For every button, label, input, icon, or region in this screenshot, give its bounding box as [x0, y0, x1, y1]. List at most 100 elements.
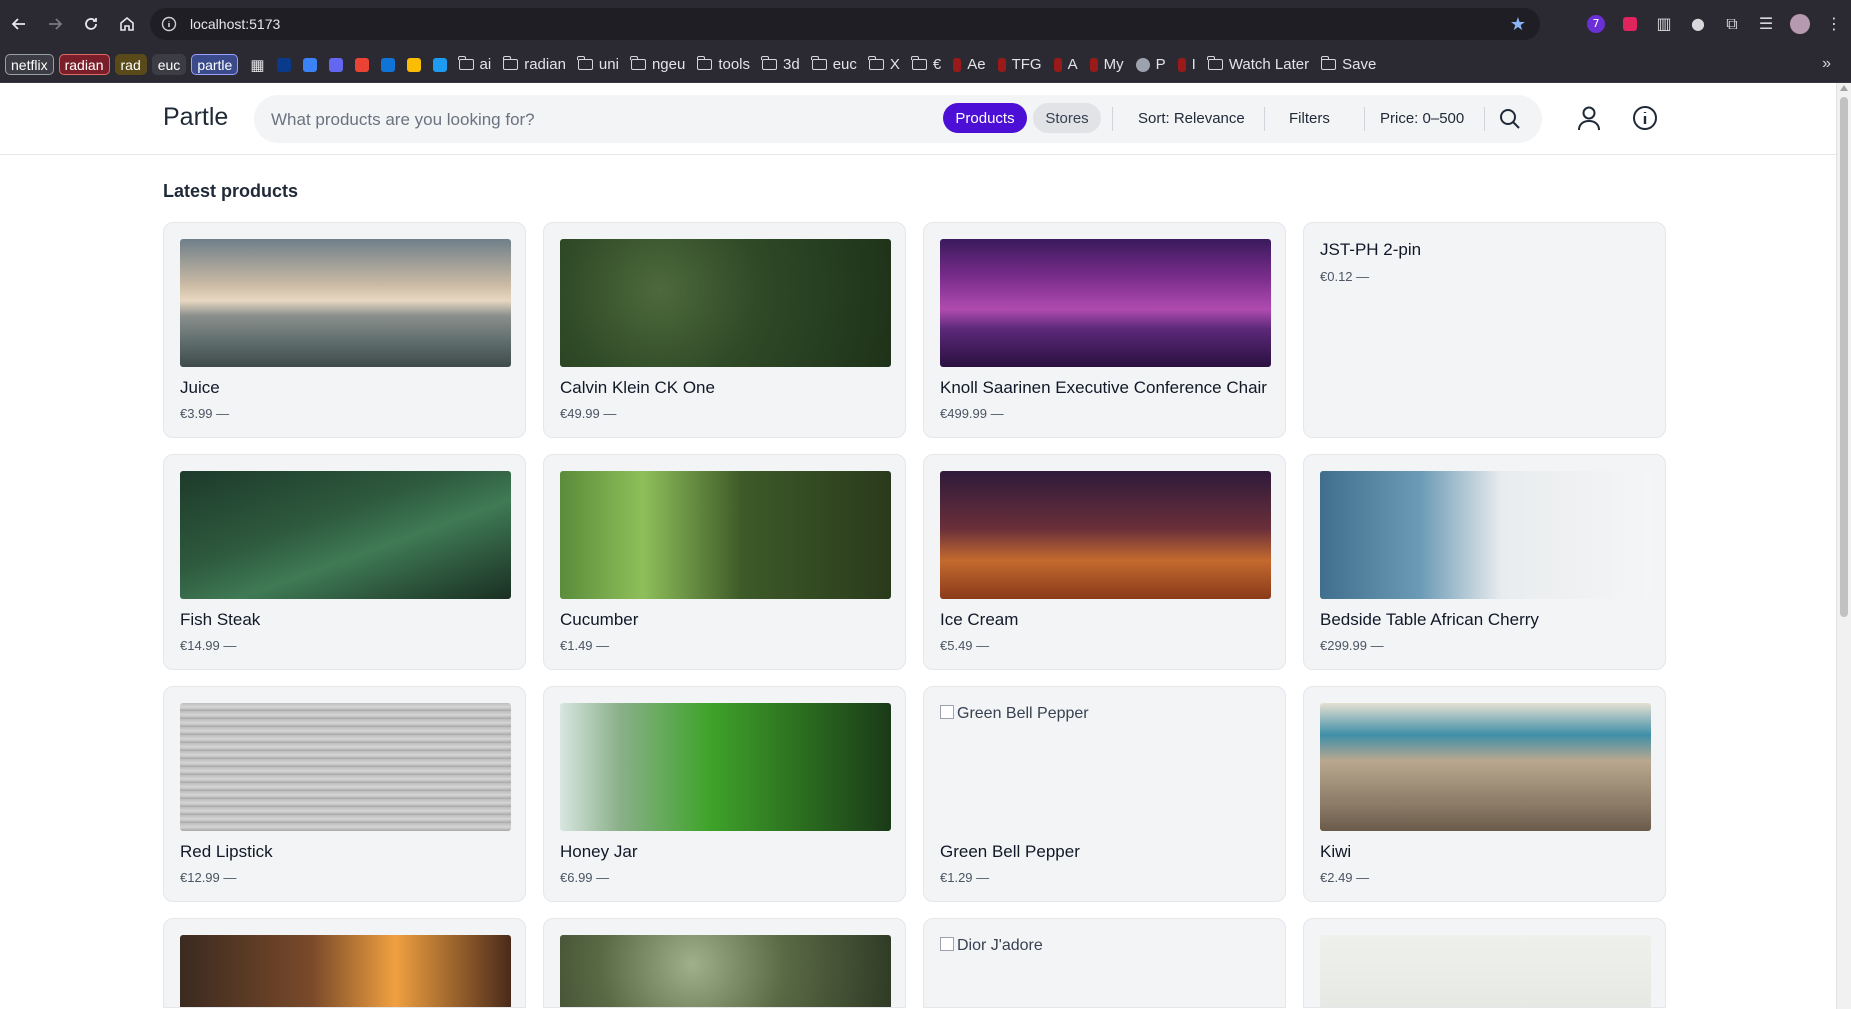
reader-extension-icon[interactable]: ▥: [1647, 7, 1681, 41]
bookmark-item[interactable]: radian: [502, 56, 566, 73]
filters-button[interactable]: Filters: [1289, 103, 1330, 133]
bookmark-item[interactable]: I: [1177, 56, 1196, 73]
product-name[interactable]: Calvin Klein CK One: [560, 378, 715, 398]
bookmark-star-icon[interactable]: ★: [1510, 14, 1526, 35]
product-card[interactable]: Honey Jar €6.99 —: [543, 686, 906, 902]
record-extension-icon[interactable]: [1613, 7, 1647, 41]
product-name[interactable]: Ice Cream: [940, 610, 1018, 630]
bookmark-item[interactable]: Watch Later: [1207, 56, 1309, 73]
reload-button[interactable]: [74, 7, 108, 41]
bookmark-item[interactable]: euc: [811, 56, 857, 73]
product-image[interactable]: [560, 471, 891, 599]
product-card[interactable]: Fish Steak €14.99 —: [163, 454, 526, 670]
bookmark-favicon[interactable]: [432, 57, 447, 72]
broken-image-alt[interactable]: Dior J'adore: [940, 937, 1043, 955]
product-card[interactable]: Cucumber €1.49 —: [543, 454, 906, 670]
bookmark-item[interactable]: uni: [577, 56, 619, 73]
product-name[interactable]: JST-PH 2-pin: [1320, 240, 1421, 260]
bookmark-item[interactable]: Ae: [953, 56, 986, 73]
product-card[interactable]: Dior J'adore: [923, 918, 1286, 1008]
sort-button[interactable]: Sort: Relevance: [1138, 103, 1245, 133]
bookmark-item[interactable]: ai: [457, 56, 491, 73]
product-card[interactable]: Bedside Table African Cherry €299.99 —: [1303, 454, 1666, 670]
product-image[interactable]: [940, 471, 1271, 599]
product-image[interactable]: [940, 239, 1271, 367]
bookmark-item[interactable]: My: [1089, 56, 1124, 73]
product-card[interactable]: JST-PH 2-pin €0.12 —: [1303, 222, 1666, 438]
product-card[interactable]: Juice €3.99 —: [163, 222, 526, 438]
bookmark-item[interactable]: ngeu: [630, 56, 685, 73]
product-name[interactable]: Honey Jar: [560, 842, 637, 862]
bookmark-favicon[interactable]: [302, 57, 317, 72]
product-name[interactable]: Kiwi: [1320, 842, 1351, 862]
bookmark-item[interactable]: A: [1053, 56, 1078, 73]
circle-extension-icon[interactable]: ●: [1681, 7, 1715, 41]
media-control-icon[interactable]: ☰: [1749, 7, 1783, 41]
page-scrollbar[interactable]: [1836, 83, 1851, 1009]
bookmark-item[interactable]: €: [911, 56, 941, 73]
avatar[interactable]: [1783, 7, 1817, 41]
brand-logo[interactable]: Partle: [163, 103, 228, 132]
site-info-icon[interactable]: [160, 15, 178, 33]
address-bar[interactable]: localhost:5173 ★: [150, 8, 1540, 40]
scrollbar-thumb[interactable]: [1840, 97, 1848, 617]
product-card[interactable]: Calvin Klein CK One €49.99 —: [543, 222, 906, 438]
product-card[interactable]: Green Bell Pepper Green Bell Pepper €1.29 …: [923, 686, 1286, 902]
stores-toggle-button[interactable]: Stores: [1033, 103, 1101, 133]
user-icon[interactable]: [1574, 103, 1604, 133]
bookmark-favicon[interactable]: [276, 57, 291, 72]
bookmark-favicon[interactable]: [354, 57, 369, 72]
product-card[interactable]: Knoll Saarinen Executive Conference Chai…: [923, 222, 1286, 438]
bookmark-tag[interactable]: radian: [58, 54, 110, 75]
bookmark-tag[interactable]: partle: [191, 54, 239, 75]
product-image[interactable]: [180, 239, 511, 367]
product-image[interactable]: [1320, 703, 1651, 831]
forward-button[interactable]: [38, 7, 72, 41]
product-card[interactable]: [163, 918, 526, 1008]
bookmark-tag[interactable]: netflix: [5, 54, 54, 75]
puzzle-icon[interactable]: ⧉: [1715, 7, 1749, 41]
bookmark-tag[interactable]: rad: [114, 54, 147, 75]
product-image[interactable]: [560, 239, 891, 367]
bookmark-item[interactable]: X: [868, 56, 900, 73]
products-toggle-button[interactable]: Products: [943, 103, 1027, 133]
menu-kebab-icon[interactable]: ⋮: [1817, 7, 1851, 41]
bookmark-item[interactable]: Save: [1320, 56, 1376, 73]
search-input[interactable]: [269, 101, 953, 139]
info-icon[interactable]: [1630, 103, 1660, 133]
scroll-up-icon[interactable]: [1840, 85, 1848, 91]
product-card[interactable]: Ice Cream €5.49 —: [923, 454, 1286, 670]
bookmark-item[interactable]: P: [1135, 56, 1166, 73]
product-name[interactable]: Green Bell Pepper: [940, 842, 1080, 862]
product-image[interactable]: [1320, 935, 1651, 1007]
bookmark-favicon[interactable]: [380, 57, 395, 72]
product-name[interactable]: Red Lipstick: [180, 842, 273, 862]
bookmark-item[interactable]: tools: [696, 56, 750, 73]
product-card[interactable]: [543, 918, 906, 1008]
back-button[interactable]: [2, 7, 36, 41]
bookmark-item[interactable]: TFG: [997, 56, 1042, 73]
product-card[interactable]: Red Lipstick €12.99 —: [163, 686, 526, 902]
product-image[interactable]: [1320, 471, 1651, 599]
bookmark-favicon[interactable]: [328, 57, 343, 72]
product-card[interactable]: [1303, 918, 1666, 1008]
search-icon[interactable]: [1497, 106, 1523, 132]
bookmark-favicon[interactable]: [406, 57, 421, 72]
bookmark-item[interactable]: 3d: [761, 56, 800, 73]
bookmark-tag[interactable]: euc: [151, 54, 187, 75]
product-image[interactable]: [180, 471, 511, 599]
extension-badge-button[interactable]: 7: [1579, 7, 1613, 41]
product-name[interactable]: Bedside Table African Cherry: [1320, 610, 1539, 630]
product-image[interactable]: [560, 703, 891, 831]
product-card[interactable]: Kiwi €2.49 —: [1303, 686, 1666, 902]
product-name[interactable]: Cucumber: [560, 610, 638, 630]
product-name[interactable]: Juice: [180, 378, 220, 398]
broken-image-alt[interactable]: Green Bell Pepper: [940, 705, 1089, 723]
product-image[interactable]: [180, 935, 511, 1007]
product-image[interactable]: [180, 703, 511, 831]
home-button[interactable]: [110, 7, 144, 41]
product-image[interactable]: [560, 935, 891, 1007]
price-range-button[interactable]: Price: 0–500: [1380, 103, 1464, 133]
apps-grid-icon[interactable]: ▦: [250, 56, 264, 74]
bookmarks-overflow-icon[interactable]: »: [1822, 55, 1831, 73]
